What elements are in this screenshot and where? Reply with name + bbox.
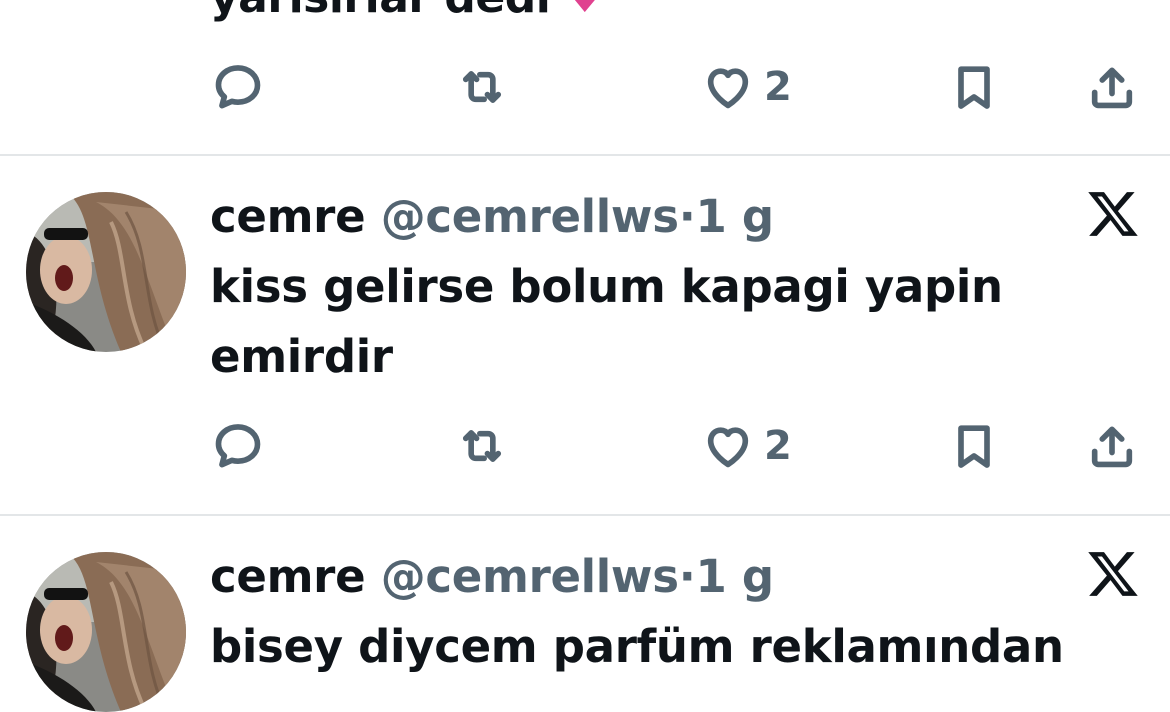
previous-tweet-text-content: yarisirlar dedi [210,0,551,23]
bookmark-icon [948,61,1000,113]
avatar-image [26,192,186,352]
avatar[interactable] [26,192,186,352]
retweet-icon [456,420,508,472]
avatar[interactable] [26,552,186,712]
tweet-header: cemre @cemrellws·1 g [210,550,774,603]
retweet-icon [456,61,508,113]
like-button[interactable]: 2 [702,57,792,117]
tweet[interactable]: cemre @cemrellws·1 g bisey diycem parfüm… [0,516,1170,695]
reply-icon [212,420,264,472]
previous-tweet-text: yarisirlar dedi ♥ [210,0,605,23]
separator-dot: · [678,550,696,603]
retweet-button[interactable] [456,416,508,476]
heart-icon [702,61,754,113]
reply-button[interactable] [212,57,264,117]
tweet-text: kiss gelirse bolum kapagi yapin emirdir [210,260,1003,383]
user-handle[interactable]: @cemrellws [381,190,679,243]
user-handle[interactable]: @cemrellws [381,550,679,603]
share-icon [1086,420,1138,472]
retweet-button[interactable] [456,57,508,117]
like-count: 2 [764,423,792,469]
timestamp[interactable]: 1 g [696,190,775,243]
share-button[interactable] [1086,57,1138,117]
share-icon [1086,61,1138,113]
tweet[interactable]: cemre @cemrellws·1 g kiss gelirse bolum … [0,156,1170,514]
avatar-image [26,552,186,712]
tweet-text: bisey diycem parfüm reklamından [210,620,1064,673]
x-logo-icon [1086,187,1140,241]
bookmark-icon [948,420,1000,472]
tweet-actions: 2 [0,416,1170,476]
reply-button[interactable] [212,416,264,476]
pink-heart-emoji: ♥ [565,0,604,23]
reply-icon [212,61,264,113]
display-name[interactable]: cemre [210,190,366,243]
bookmark-button[interactable] [948,57,1000,117]
like-count: 2 [764,64,792,110]
heart-icon [702,420,754,472]
separator-dot: · [678,190,696,243]
like-button[interactable]: 2 [702,416,792,476]
tweet-header: cemre @cemrellws·1 g [210,190,774,243]
display-name[interactable]: cemre [210,550,366,603]
timestamp[interactable]: 1 g [696,550,775,603]
previous-tweet-actions: 2 [0,57,1170,117]
share-button[interactable] [1086,416,1138,476]
x-logo-icon [1086,547,1140,601]
bookmark-button[interactable] [948,416,1000,476]
